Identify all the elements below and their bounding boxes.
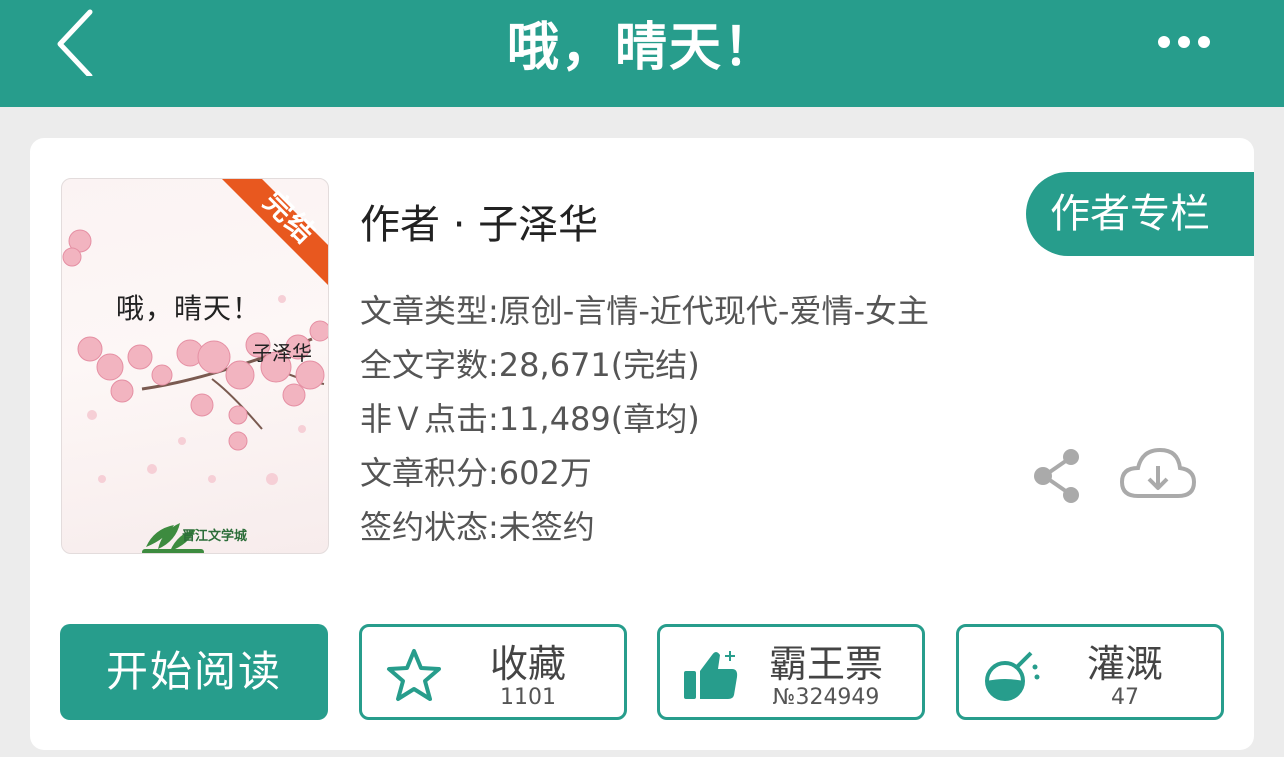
cover-author: 子泽华: [252, 341, 312, 365]
overlord-ticket-count: №324949: [772, 685, 880, 710]
info-label: 全文字数: [360, 346, 489, 384]
info-row-type: 文章类型:原创-言情-近代现代-爱情-女主: [360, 292, 929, 330]
page-title: 哦，晴天！: [506, 18, 777, 78]
nutrient-label: 灌溉: [1086, 642, 1163, 686]
info-row-word-count: 全文字数:28,671(完结): [360, 346, 700, 384]
thumbs-up-icon: [684, 651, 738, 699]
author-name[interactable]: 作者 · 子泽华: [360, 192, 598, 250]
share-button[interactable]: [1030, 446, 1086, 506]
info-row-clicks: 非Ｖ点击:11,489(章均): [360, 400, 700, 438]
publisher-logo: 晋江文学城: [182, 529, 248, 544]
more-options-button[interactable]: [1150, 22, 1220, 62]
star-icon: [387, 649, 441, 701]
nutrient-button[interactable]: 灌溉 47: [956, 624, 1224, 720]
favorite-label: 收藏: [489, 642, 566, 686]
favorite-count: 1101: [500, 685, 556, 710]
cover-title: 哦，晴天！: [116, 292, 262, 325]
book-info-card: 完结 哦，晴天！ 子泽华 晋江文学城 作者 · 子泽华 作者专栏 文章类型:原创…: [30, 138, 1254, 750]
start-reading-button[interactable]: 开始阅读: [60, 624, 328, 720]
overlord-ticket-button[interactable]: 霸王票 №324949: [657, 624, 925, 720]
info-label: 文章类型: [360, 292, 489, 330]
info-value: 原创-言情-近代现代-爱情-女主: [498, 292, 929, 330]
info-value: 未签约: [498, 508, 595, 546]
share-icon: [1034, 449, 1079, 503]
author-column-button[interactable]: 作者专栏: [1026, 172, 1254, 256]
book-info-list: 文章类型:原创-言情-近代现代-爱情-女主 全文字数:28,671(完结) 非Ｖ…: [360, 286, 929, 556]
download-button[interactable]: [1118, 442, 1198, 508]
info-row-score: 文章积分:602万: [360, 454, 592, 492]
info-label: 非Ｖ点击: [360, 400, 489, 438]
overlord-ticket-label: 霸王票: [768, 642, 883, 686]
info-label: 签约状态: [360, 508, 489, 546]
flask-icon: [985, 651, 1040, 701]
info-label: 文章积分: [360, 454, 489, 492]
info-row-contract: 签约状态:未签约: [360, 508, 595, 546]
cloud-download-icon: [1119, 447, 1197, 498]
favorite-button[interactable]: 收藏 1101: [359, 624, 627, 720]
info-value: 28,671(完结): [498, 346, 700, 384]
info-value: 11,489(章均): [498, 400, 700, 438]
book-cover[interactable]: 完结 哦，晴天！ 子泽华 晋江文学城: [61, 178, 329, 554]
top-navigation-bar: 哦，晴天！: [0, 0, 1284, 107]
nutrient-count: 47: [1111, 685, 1139, 710]
more-dots-icon: [1158, 36, 1210, 48]
info-value: 602万: [498, 454, 592, 492]
